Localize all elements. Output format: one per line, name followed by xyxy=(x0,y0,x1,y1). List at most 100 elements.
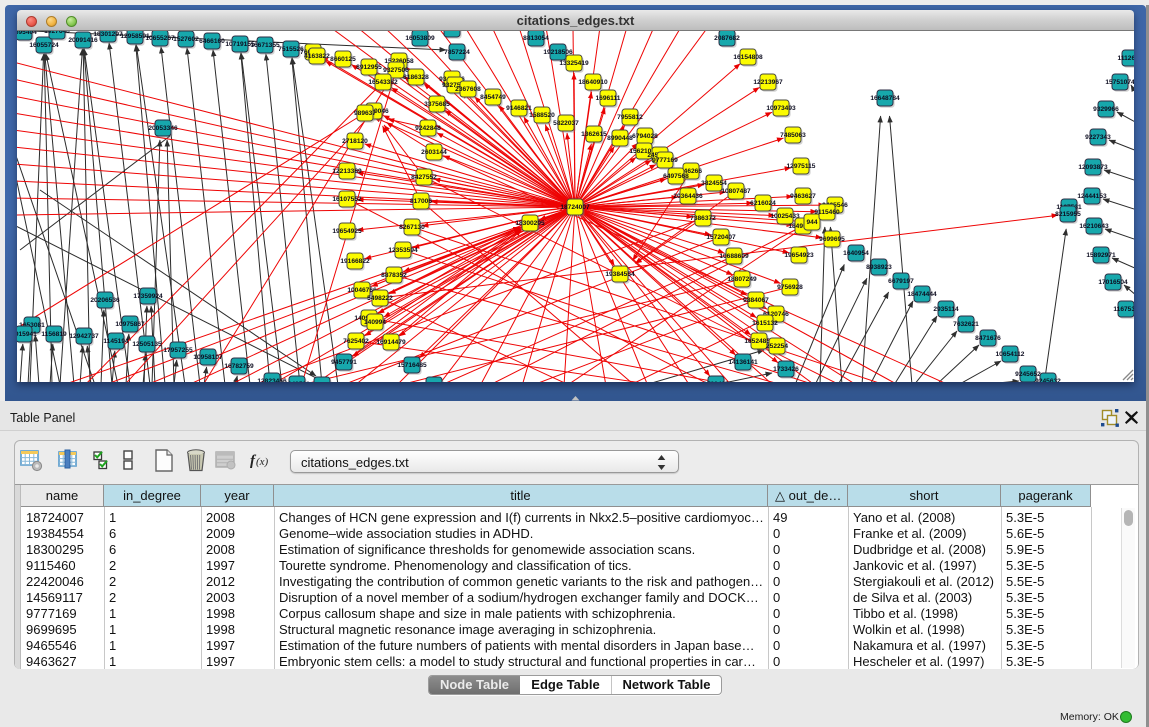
svg-text:3375685: 3375685 xyxy=(424,101,450,108)
svg-text:10654112: 10654112 xyxy=(996,351,1025,358)
svg-text:8660125: 8660125 xyxy=(330,56,356,63)
svg-text:8215955: 8215955 xyxy=(1055,211,1081,218)
svg-text:5822037: 5822037 xyxy=(553,120,579,127)
svg-text:4163822: 4163822 xyxy=(304,53,330,60)
svg-text:9884067: 9884067 xyxy=(743,297,769,304)
svg-text:5498222: 5498222 xyxy=(367,295,393,302)
svg-text:18807249: 18807249 xyxy=(727,276,757,283)
svg-text:6679197: 6679197 xyxy=(888,278,914,285)
svg-text:9115460: 9115460 xyxy=(814,209,840,216)
svg-text:16914479: 16914479 xyxy=(376,339,406,346)
svg-text:16107552: 16107552 xyxy=(332,196,362,203)
svg-text:8990448: 8990448 xyxy=(607,135,633,142)
svg-text:8938923: 8938923 xyxy=(866,264,892,271)
svg-text:817006: 817006 xyxy=(410,198,432,205)
svg-text:10655267: 10655267 xyxy=(145,35,175,42)
svg-text:10973493: 10973493 xyxy=(766,105,796,112)
svg-text:7625402: 7625402 xyxy=(343,338,369,345)
svg-text:12975115: 12975115 xyxy=(787,163,816,170)
svg-text:18724007: 18724007 xyxy=(560,204,590,211)
svg-text:9242848: 9242848 xyxy=(415,125,441,132)
svg-text:1695404: 1695404 xyxy=(17,31,37,36)
svg-text:2367608: 2367608 xyxy=(455,86,481,93)
svg-text:7632621: 7632621 xyxy=(953,321,979,328)
svg-text:989637: 989637 xyxy=(354,110,376,117)
svg-text:17957255: 17957255 xyxy=(163,347,193,354)
svg-text:8267130: 8267130 xyxy=(399,224,425,231)
svg-text:12505135: 12505135 xyxy=(132,341,162,348)
svg-text:10807487: 10807487 xyxy=(721,188,751,195)
svg-text:9327506: 9327506 xyxy=(383,67,409,74)
svg-text:9227343: 9227343 xyxy=(1085,134,1111,141)
svg-text:12213389: 12213389 xyxy=(332,168,362,175)
svg-text:19654925: 19654925 xyxy=(332,228,362,235)
svg-text:252254: 252254 xyxy=(766,343,788,350)
svg-text:20091416: 20091416 xyxy=(68,37,98,44)
svg-text:12823466: 12823466 xyxy=(257,378,287,382)
svg-text:19384554: 19384554 xyxy=(605,271,635,278)
svg-text:16543382: 16543382 xyxy=(368,79,398,86)
svg-text:9463627: 9463627 xyxy=(790,193,816,200)
svg-text:17016504: 17016504 xyxy=(1098,279,1128,286)
svg-text:8186328: 8186328 xyxy=(403,74,429,81)
svg-text:8454749: 8454749 xyxy=(480,94,506,101)
svg-text:17359924: 17359924 xyxy=(133,293,163,300)
svg-text:1588520: 1588520 xyxy=(529,112,555,119)
svg-text:8912955: 8912955 xyxy=(356,64,382,71)
svg-text:1527602: 1527602 xyxy=(173,36,199,43)
svg-text:9457791: 9457791 xyxy=(331,359,357,366)
svg-text:20053346: 20053346 xyxy=(148,125,178,132)
svg-text:8427552: 8427552 xyxy=(411,174,437,181)
svg-text:15720407: 15720407 xyxy=(706,234,736,241)
svg-text:14136141: 14136141 xyxy=(728,359,758,366)
svg-text:2087682: 2087682 xyxy=(714,35,740,42)
svg-text:8471676: 8471676 xyxy=(975,335,1001,342)
svg-text:10688609: 10688609 xyxy=(719,253,749,260)
svg-text:16782759: 16782759 xyxy=(224,363,254,370)
svg-text:20206536: 20206536 xyxy=(90,297,120,304)
svg-text:16671355: 16671355 xyxy=(250,42,280,49)
svg-text:12093873: 12093873 xyxy=(1078,164,1108,171)
svg-text:16053809: 16053809 xyxy=(405,35,435,42)
svg-text:12353594: 12353594 xyxy=(388,247,418,254)
svg-text:140994: 140994 xyxy=(364,319,386,326)
svg-text:9329966: 9329966 xyxy=(1093,106,1119,113)
svg-text:2935114: 2935114 xyxy=(933,306,959,313)
svg-text:18640910: 18640910 xyxy=(578,79,608,86)
svg-text:3824554: 3824554 xyxy=(701,180,727,187)
svg-text:16154808: 16154808 xyxy=(733,54,763,61)
svg-text:7857224: 7857224 xyxy=(444,49,470,56)
svg-text:16210643: 16210643 xyxy=(1079,223,1109,230)
svg-text:6466160: 6466160 xyxy=(199,38,225,45)
svg-text:944: 944 xyxy=(806,219,817,226)
svg-text:1156819: 1156819 xyxy=(41,331,67,338)
svg-text:10975867: 10975867 xyxy=(115,321,145,328)
svg-text:2603144: 2603144 xyxy=(421,149,447,156)
svg-text:1927640: 1927640 xyxy=(44,31,70,35)
svg-text:1112604: 1112604 xyxy=(1118,55,1134,62)
svg-text:7386372: 7386372 xyxy=(690,215,716,222)
svg-text:9699695: 9699695 xyxy=(819,236,845,243)
svg-text:(x): (x) xyxy=(256,456,269,468)
svg-text:12213967: 12213967 xyxy=(753,79,783,86)
svg-text:19166822: 19166822 xyxy=(340,258,370,265)
svg-text:8878352: 8878352 xyxy=(381,272,407,279)
svg-text:19654923: 19654923 xyxy=(784,252,814,259)
svg-text:7955812: 7955812 xyxy=(617,114,643,121)
svg-text:2718120: 2718120 xyxy=(342,138,368,145)
svg-text:18301297: 18301297 xyxy=(93,31,123,38)
svg-text:8813054: 8813054 xyxy=(523,35,549,42)
svg-text:1733426: 1733426 xyxy=(773,366,799,373)
svg-text:1640954: 1640954 xyxy=(843,250,869,257)
svg-text:1167533: 1167533 xyxy=(1113,306,1134,313)
svg-text:20364436: 20364436 xyxy=(673,193,703,200)
svg-text:9245652: 9245652 xyxy=(1015,371,1041,378)
svg-text:12444153: 12444153 xyxy=(1077,193,1107,200)
svg-text:1696111: 1696111 xyxy=(596,95,621,102)
svg-text:16648784: 16648784 xyxy=(870,95,900,102)
svg-text:12942737: 12942737 xyxy=(69,333,99,340)
svg-text:7485063: 7485063 xyxy=(780,132,806,139)
svg-text:10958107: 10958107 xyxy=(193,354,223,361)
svg-text:3915941: 3915941 xyxy=(17,331,37,338)
svg-text:6794028: 6794028 xyxy=(632,133,658,140)
